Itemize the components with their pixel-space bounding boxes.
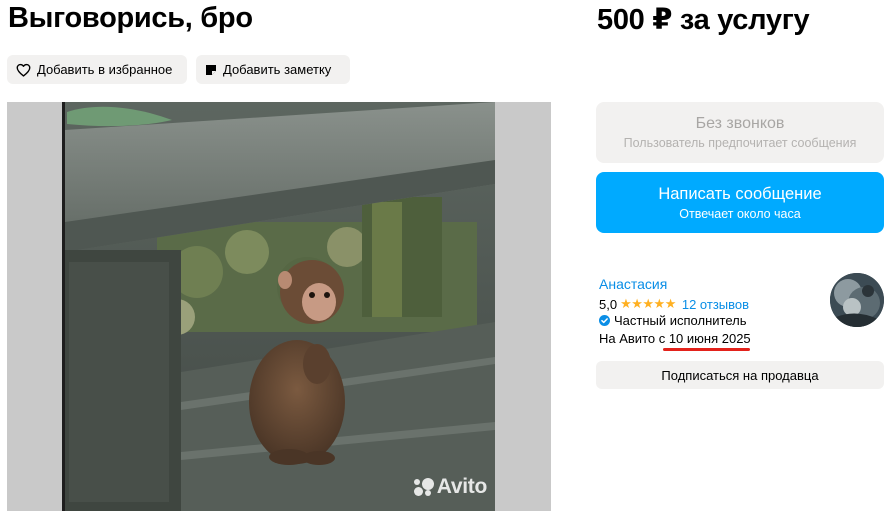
note-icon (206, 64, 216, 75)
red-underline-annotation (663, 348, 750, 351)
write-message-button[interactable]: Написать сообщение Отвечает около часа (596, 172, 884, 233)
response-time-label: Отвечает около часа (679, 206, 801, 221)
avito-logo-icon (413, 477, 435, 497)
add-note-label: Добавить заметку (223, 62, 332, 77)
write-message-title: Написать сообщение (658, 184, 822, 203)
add-to-favorites-button[interactable]: Добавить в избранное (7, 55, 187, 84)
heart-icon (16, 63, 31, 77)
no-calls-button: Без звонков Пользователь предпочитает со… (596, 102, 884, 163)
add-note-button[interactable]: Добавить заметку (196, 55, 350, 84)
seller-since: На Авито с 10 июня 2025 (599, 331, 751, 346)
seller-avatar[interactable] (830, 273, 884, 327)
rating-stars-icon: ★★★★★ (620, 296, 676, 311)
avito-watermark: Avito (413, 475, 487, 499)
listing-photo-gallery[interactable]: Avito (7, 102, 551, 511)
reviews-link[interactable]: 12 отзывов (682, 297, 749, 312)
add-to-favorites-label: Добавить в избранное (37, 62, 173, 77)
seller-name-link[interactable]: Анастасия (599, 276, 667, 292)
no-calls-subtitle: Пользователь предпочитает сообщения (623, 136, 857, 150)
no-calls-title: Без звонков (695, 115, 785, 132)
subscribe-to-seller-button[interactable]: Подписаться на продавца (596, 361, 884, 389)
verified-check-icon (599, 315, 610, 326)
listing-price: 500 ₽ за услугу (597, 4, 810, 36)
listing-photo (7, 102, 551, 511)
seller-rating: 5,0 ★★★★★ 12 отзывов (599, 296, 749, 312)
rating-value: 5,0 (599, 296, 618, 312)
listing-title: Выговорись, бро (8, 2, 253, 34)
seller-type-label: Частный исполнитель (614, 313, 747, 328)
seller-type: Частный исполнитель (599, 313, 746, 328)
avatar-image (830, 273, 884, 327)
avito-watermark-text: Avito (436, 475, 488, 498)
